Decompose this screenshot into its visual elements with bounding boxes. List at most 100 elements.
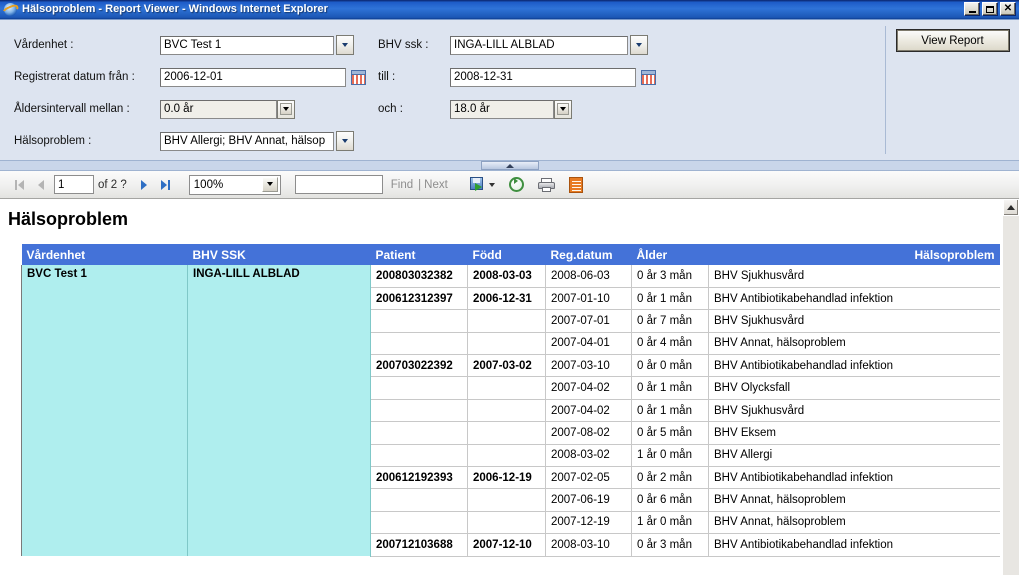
scrollbar-track[interactable] [1003, 216, 1019, 575]
print-button[interactable] [537, 177, 555, 192]
cell-fodd: 2007-03-02 [467, 354, 546, 378]
bhv-ssk-field[interactable]: INGA-LILL ALBLAD [450, 35, 672, 55]
cell-patient: 200803032382 [370, 265, 468, 288]
column-header-alder: Ålder [631, 244, 709, 265]
window-controls: ✕ [964, 2, 1016, 16]
halsoproblem-dropdown-button[interactable] [336, 131, 354, 151]
cell-regdatum: 2008-03-02 [545, 444, 632, 468]
close-button[interactable]: ✕ [1000, 2, 1016, 16]
cell-halsoproblem: BHV Annat, hälsoproblem [708, 511, 1000, 535]
report-body: Hälsoproblem Vårdenhet BHV SSK Patient F… [0, 199, 1019, 575]
page-total-label: of 2 ? [98, 178, 127, 191]
datum-fran-input[interactable]: 2006-12-01 [160, 67, 346, 87]
till-input[interactable]: 2008-12-31 [450, 67, 636, 87]
cell-regdatum: 2007-08-02 [545, 421, 632, 445]
halsoproblem-field[interactable]: BHV Allergi; BHV Annat, hälsop [160, 131, 378, 151]
table-row: BVC Test 1 INGA-LILL ALBLAD 200803032382 20… [21, 265, 1000, 557]
bhv-ssk-value[interactable]: INGA-LILL ALBLAD [450, 35, 628, 55]
cell-alder: 0 år 0 mån [631, 354, 709, 378]
page-number-input[interactable]: 1 [54, 175, 94, 194]
column-header-patient: Patient [370, 244, 468, 265]
cell-halsoproblem: BHV Sjukhusvård [708, 399, 1000, 423]
cell-fodd [467, 376, 546, 400]
cell-alder: 0 år 1 mån [631, 287, 709, 311]
cell-alder: 0 år 1 mån [631, 399, 709, 423]
next-page-icon [140, 179, 147, 190]
internet-explorer-icon [1, 2, 20, 18]
till-label: till : [378, 71, 396, 83]
report-parameters-panel: Vårdenhet : BVC Test 1 BHV ssk : INGA-LI… [0, 20, 1019, 161]
find-next-button[interactable]: Next [424, 179, 448, 191]
halsoproblem-label: Hälsoproblem : [14, 135, 92, 147]
cell-patient [370, 332, 468, 356]
cell-halsoproblem: BHV Annat, hälsoproblem [708, 488, 1000, 512]
till-field[interactable]: 2008-12-31 [450, 67, 672, 87]
refresh-button[interactable] [508, 177, 524, 192]
vardenhet-label: Vårdenhet : [14, 39, 74, 51]
cell-patient: 200612312397 [370, 287, 468, 311]
datum-fran-field[interactable]: 2006-12-01 [160, 67, 378, 87]
zoom-select[interactable]: 100% [188, 174, 281, 195]
parameters-splitter[interactable] [0, 161, 1019, 171]
cell-regdatum: 2007-04-01 [545, 332, 632, 356]
table-body: BVC Test 1 INGA-LILL ALBLAD 200803032382 20… [21, 265, 1000, 557]
previous-page-button[interactable] [30, 175, 52, 195]
cell-alder: 0 år 6 mån [631, 488, 709, 512]
aldersintervall-field[interactable]: 0.0 år [160, 99, 378, 119]
export-button[interactable] [469, 177, 495, 192]
close-icon: ✕ [1003, 3, 1013, 14]
cell-patient [370, 488, 468, 512]
report-table-container: Vårdenhet BHV SSK Patient Född Reg.datum… [0, 230, 1002, 557]
view-report-button[interactable]: View Report [896, 30, 1009, 51]
column-header-fodd: Född [467, 244, 546, 265]
cell-fodd [467, 444, 546, 468]
find-button[interactable]: Find [391, 179, 413, 191]
cell-regdatum: 2007-03-10 [545, 354, 632, 378]
vardenhet-dropdown-button[interactable] [336, 35, 354, 55]
chevron-down-icon[interactable] [488, 182, 495, 187]
vardenhet-field[interactable]: BVC Test 1 [160, 35, 378, 55]
cell-regdatum: 2007-04-02 [545, 376, 632, 400]
minimize-button[interactable] [964, 2, 980, 16]
halsoproblem-value[interactable]: BHV Allergi; BHV Annat, hälsop [160, 131, 334, 151]
bhv-ssk-dropdown-button[interactable] [630, 35, 648, 55]
collapse-parameters-handle[interactable] [480, 161, 539, 170]
cell-bhv-ssk: INGA-LILL ALBLAD [187, 265, 371, 557]
cell-alder: 0 år 2 mån [631, 466, 709, 490]
chevron-up-icon [1007, 205, 1015, 210]
aldersintervall-value[interactable]: 0.0 år [160, 99, 277, 119]
find-input[interactable] [294, 175, 383, 194]
chevron-down-icon [342, 139, 348, 143]
cell-halsoproblem: BHV Olycksfall [708, 376, 1000, 400]
cell-fodd [467, 421, 546, 445]
next-page-button[interactable] [133, 175, 155, 195]
cell-fodd: 2006-12-31 [467, 287, 546, 311]
och-label: och : [378, 103, 403, 115]
cell-halsoproblem: BHV Sjukhusvård [708, 265, 1000, 288]
chevron-up-icon [505, 163, 514, 168]
cell-patient [370, 511, 468, 535]
zoom-value: 100% [193, 178, 224, 191]
vertical-scrollbar[interactable] [1002, 199, 1019, 575]
cell-fodd [467, 511, 546, 535]
och-value[interactable]: 18.0 år [450, 99, 554, 119]
maximize-button[interactable] [982, 2, 998, 16]
last-page-button[interactable] [155, 175, 177, 195]
chevron-down-icon [636, 43, 642, 47]
och-dropdown-button[interactable] [554, 99, 572, 119]
cell-alder: 0 år 3 mån [631, 265, 709, 288]
och-field[interactable]: 18.0 år [450, 99, 672, 119]
first-page-button[interactable] [8, 175, 30, 195]
aldersintervall-label: Åldersintervall mellan : [14, 103, 130, 115]
calendar-icon[interactable] [641, 69, 656, 85]
column-header-vardenhet: Vårdenhet [21, 244, 188, 265]
scroll-up-button[interactable] [1003, 199, 1019, 216]
report-document-button[interactable] [568, 176, 583, 193]
aldersintervall-dropdown-button[interactable] [277, 99, 295, 119]
cell-halsoproblem: BHV Allergi [708, 444, 1000, 468]
calendar-icon[interactable] [351, 69, 366, 85]
cell-fodd: 2006-12-19 [467, 466, 546, 490]
chevron-down-icon[interactable] [261, 176, 278, 192]
chevron-down-icon [560, 107, 566, 111]
vardenhet-value[interactable]: BVC Test 1 [160, 35, 334, 55]
